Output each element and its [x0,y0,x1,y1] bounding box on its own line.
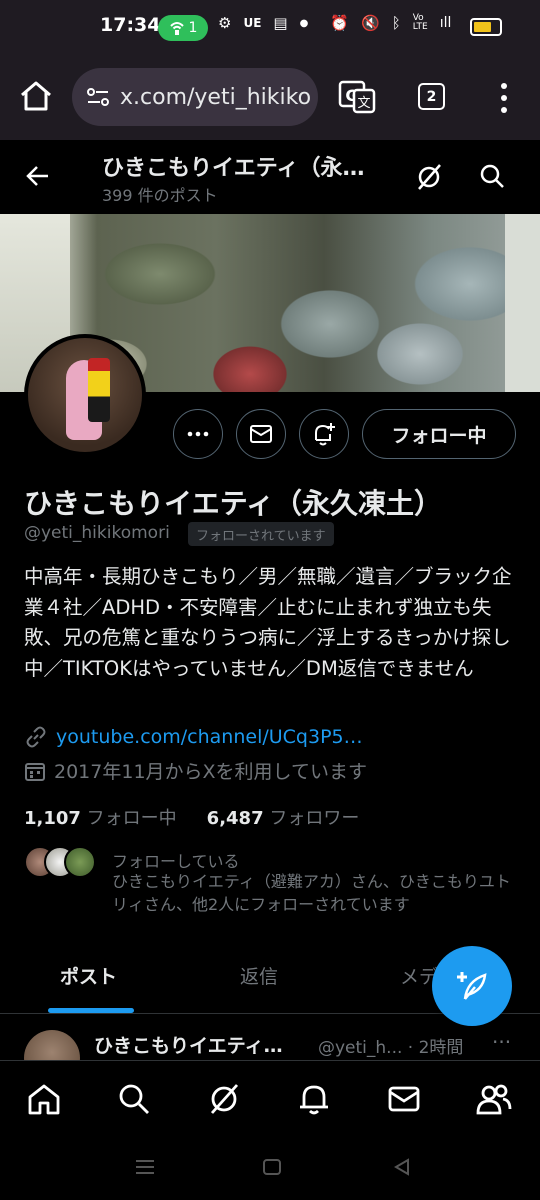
joined-date: 2017年11月からXを利用しています [24,757,367,784]
search-icon[interactable] [116,1081,152,1117]
post-author-name[interactable]: ひきこもりイエティ… [94,1031,304,1058]
link-icon [26,726,46,748]
hotspot-count: 1 [188,20,198,36]
bell-icon[interactable] [296,1081,332,1117]
tab-posts[interactable]: ポスト [60,962,117,989]
following-button[interactable]: フォロー中 [362,409,516,459]
translate-icon[interactable]: G文 [338,78,376,114]
followed-by-text[interactable]: ひきこもりイエティ（避難アカ）さん、ひきこもりユトリィさん、他2人にフォローされ… [112,870,512,916]
overflow-menu-icon[interactable] [494,80,514,116]
battery-icon [470,18,502,36]
mail-icon [250,425,272,443]
followers-label: フォロワー [269,808,360,829]
hotspot-indicator: 1 [158,15,208,41]
following-count: 1,107 [24,808,81,829]
following-count-link[interactable]: 1,107 フォロー中 [24,804,177,830]
post-count: 399 件のポスト [102,186,218,205]
settings-gear-icon: ⚙ [218,14,232,32]
active-tab-indicator [48,1008,134,1013]
followers-count-link[interactable]: 6,487 フォロワー [207,804,360,830]
tab-switcher-button[interactable]: 2 [418,83,445,110]
message-button[interactable] [236,409,286,459]
following-label: フォロー中 [86,808,177,829]
joined-date-text: 2017年11月からXを利用しています [54,761,367,783]
search-icon[interactable] [478,162,506,190]
mute-icon: 🔇 [361,14,380,32]
bluetooth-icon: ᛒ [391,14,401,32]
ellipsis-icon [187,431,209,437]
alarm-icon: ⏰ [330,14,350,32]
bell-plus-icon [315,423,335,446]
profile-link-text[interactable]: youtube.com/channel/UCq3P5… [56,726,363,748]
system-navigation-bar [0,1134,540,1200]
message-icon: ▤ [273,14,288,32]
profile-header: ひきこもりイエティ（永… 399 件のポスト [0,140,540,214]
status-time: 17:34 [100,14,161,36]
system-back-icon[interactable] [392,1158,412,1176]
site-settings-icon[interactable] [86,87,110,107]
bottom-navigation [0,1060,540,1134]
followed-by-title[interactable]: フォローしている [112,848,240,872]
notifications-button[interactable] [299,409,349,459]
grok-icon[interactable] [414,162,444,192]
people-icon[interactable] [476,1081,512,1117]
header-title: ひきこもりイエティ（永… [102,156,365,181]
profile-bio: 中高年・長期ひきこもり／男／無職／遺言／ブラック企業４社／ADHD・不安障害／止… [24,565,512,680]
browser-toolbar: x.com/yeti_hikiko G文 2 [0,56,540,140]
calendar-icon [25,762,45,781]
post-author-handle: @yeti_h... · 2時間 [318,1038,464,1058]
signal-icon: ıll [439,15,452,31]
home-icon[interactable] [26,1081,62,1117]
compose-post-button[interactable] [432,946,512,1026]
status-bar: 17:34 1 ⚙ UE ▤ ● ⏰ 🔇 ᛒ Vo LTE ıll [0,0,540,56]
browser-home-icon[interactable] [18,78,54,114]
mail-icon[interactable] [386,1081,422,1117]
follow-counts: 1,107 フォロー中 6,487 フォロワー [24,804,359,830]
system-home-icon[interactable] [262,1158,282,1176]
follows-you-badge: フォローされています [188,522,334,546]
status-icons: ⚙ UE ▤ ● ⏰ 🔇 ᛒ Vo LTE ıll [218,13,452,33]
svg-text:文: 文 [357,96,370,111]
wifi-hotspot-icon [169,22,184,35]
url-text[interactable]: x.com/yeti_hikiko [120,85,310,110]
profile-link[interactable]: youtube.com/channel/UCq3P5… [24,725,363,749]
tab-replies[interactable]: 返信 [240,962,278,989]
volte-icon: Vo LTE [412,13,428,32]
user-handle: @yeti_hikikomori [24,523,170,543]
followers-count: 6,487 [206,808,264,829]
post-more-button[interactable]: ··· [492,1030,511,1054]
back-arrow-icon[interactable] [24,162,52,190]
compose-icon [457,972,487,1000]
address-bar[interactable]: x.com/yeti_hikiko [72,68,318,126]
more-options-button[interactable] [173,409,223,459]
followed-by-facepile[interactable] [24,846,96,880]
dot-icon: ● [299,17,309,29]
ue-icon: UE [243,16,262,30]
display-name: ひきこもりイエティ（永久凍土） [24,487,443,520]
profile-avatar[interactable] [24,334,146,456]
recent-apps-icon[interactable] [134,1158,156,1176]
grok-icon[interactable] [206,1081,242,1117]
